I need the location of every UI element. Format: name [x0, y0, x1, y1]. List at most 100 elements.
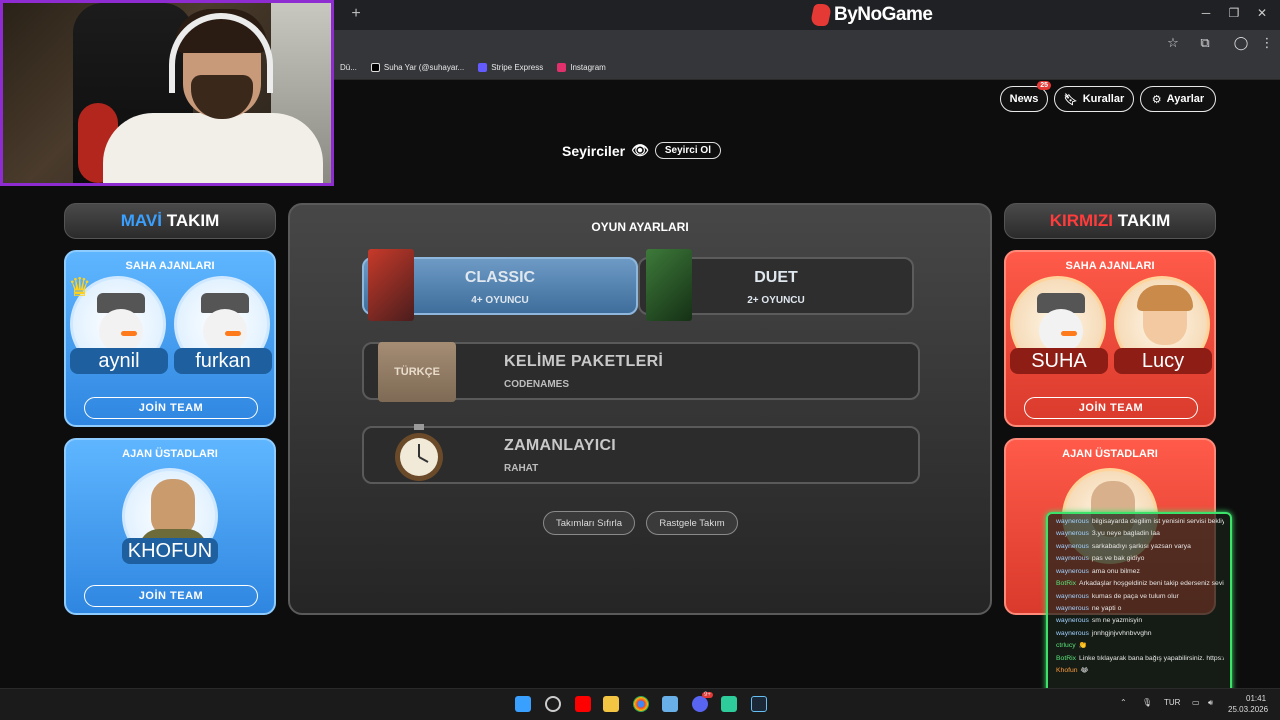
chat-text: 3.yu neye bagladin laa — [1091, 530, 1160, 538]
player-name-tag: KHOFUN — [122, 538, 218, 564]
chat-message: waynerous 3.yu neye bagladin laa — [1056, 530, 1224, 539]
word-packs-title: KELİME PAKETLERİ — [504, 353, 664, 370]
discord-icon[interactable] — [692, 696, 708, 712]
codenames-duet-box-icon — [646, 249, 692, 321]
chat-message: waynerous ama onu bilmez — [1056, 568, 1224, 577]
chat-text: ama onu bilmez — [1091, 567, 1140, 575]
spectators-bar: Seyirciler 👁︎ Seyirci Ol — [562, 142, 721, 159]
screen: + ByNoGame ─ ❐ ✕ ☆ ⧉ ◯ ⋮ Dü... Suha Yar … — [0, 0, 1280, 720]
file-explorer-icon[interactable] — [603, 696, 619, 712]
language-indicator[interactable]: TUR — [1164, 698, 1180, 707]
chat-username: Khofun — [1056, 667, 1078, 675]
new-tab-button[interactable]: + — [346, 4, 366, 24]
profile-icon[interactable]: ◯ — [1232, 34, 1250, 52]
player-name-tag: Lucy — [1114, 348, 1212, 374]
chrome-icon[interactable] — [633, 696, 649, 712]
chat-message: waynerous jnnhgjnjvvhnbvvghn — [1056, 630, 1224, 639]
crown-icon: ♛ — [68, 272, 92, 302]
bookmark-item[interactable]: Stripe Express — [478, 63, 543, 72]
spectators-label: Seyirciler — [562, 142, 626, 159]
tiktok-icon — [370, 63, 380, 72]
blue-spymasters-panel: AJAN ÜSTADLARI KHOFUN JOİN TEAM — [64, 438, 276, 615]
chat-text: sarkabadıyı şarkısı yazsan varya — [1091, 542, 1191, 550]
timer-row[interactable]: ZAMANLAYICI RAHAT — [362, 424, 920, 484]
discord-badge: 9+ — [702, 692, 713, 698]
join-team-button[interactable]: JOİN TEAM — [1024, 397, 1198, 419]
chat-username: waynerous — [1056, 567, 1089, 575]
join-team-button[interactable]: JOİN TEAM — [84, 585, 258, 607]
site-brand-name: ByNoGame — [834, 4, 933, 25]
rules-button[interactable]: 🔖︎ Kurallar — [1054, 86, 1134, 112]
network-icon[interactable]: ▭ — [1192, 698, 1200, 707]
chat-message: waynerous pas ve bak gidiyo — [1056, 555, 1224, 564]
chat-username: waynerous — [1056, 592, 1089, 600]
clock-date[interactable]: 25.03.2026 — [1228, 705, 1268, 714]
word-packs-value: CODENAMES — [504, 379, 570, 390]
steam-icon[interactable] — [751, 696, 767, 712]
chat-username: waynerous — [1056, 617, 1089, 625]
chat-message: Khofun 😂 — [1056, 667, 1224, 676]
blue-team-header: MAVİ TAKIM — [64, 203, 276, 239]
chat-username: BotRix — [1056, 654, 1077, 662]
search-icon[interactable] — [545, 696, 561, 712]
instagram-icon — [557, 63, 567, 72]
chat-message: BotRix Linke tıklayarak bana bağış yapabi… — [1056, 655, 1224, 664]
panel-title: AJAN ÜSTADLARI — [1062, 448, 1158, 460]
reset-teams-button[interactable]: Takımları Sıfırla — [543, 511, 635, 535]
app-icon[interactable] — [721, 696, 737, 712]
red-team-header: KIRMIZI TAKIM — [1004, 203, 1216, 239]
chat-username: BotRix — [1056, 580, 1077, 588]
chat-message: BotRix Arkadaşlar hoşgeldiniz beni takip … — [1056, 580, 1224, 589]
chat-text: pas ve bak gidiyo — [1091, 555, 1145, 563]
become-spectator-button[interactable]: Seyirci Ol — [654, 142, 721, 159]
youtube-icon[interactable] — [575, 696, 591, 712]
chat-message: waynerous sarkabadıyı şarkısı yazsan vary… — [1056, 543, 1224, 552]
turkce-box-icon: TÜRKÇE — [378, 342, 456, 402]
settings-button[interactable]: ⚙ Ayarlar — [1140, 86, 1216, 112]
chat-message: ctrlucy 👏 — [1056, 642, 1224, 651]
bookmark-item[interactable]: Dü... — [340, 63, 357, 72]
eye-icon: 👁︎ — [631, 142, 649, 158]
extensions-icon[interactable]: ⧉ — [1196, 34, 1214, 52]
chat-text: 👏 — [1078, 642, 1088, 650]
bookmark-item[interactable]: Suha Yar (@suhayar... — [370, 63, 464, 72]
menu-icon[interactable]: ⋮ — [1258, 34, 1276, 52]
site-logo[interactable]: ByNoGame — [809, 2, 933, 28]
player-name-tag: furkan — [174, 348, 272, 374]
chat-username: waynerous — [1056, 555, 1089, 563]
chat-message: waynerous ne yapti o — [1056, 605, 1224, 614]
random-team-button[interactable]: Rastgele Takım — [646, 511, 738, 535]
news-count-badge: 25 — [1037, 81, 1051, 90]
windows-start-icon[interactable] — [515, 696, 531, 712]
bookmark-item[interactable]: Instagram — [557, 63, 606, 72]
clock-time[interactable]: 01:41 — [1246, 694, 1266, 703]
join-team-button[interactable]: JOİN TEAM — [84, 397, 258, 419]
chat-text: 😂 — [1080, 667, 1089, 675]
stream-chat-overlay: waynerous bilgisayarda degilim ist yenisi… — [1046, 512, 1232, 696]
player-name-tag: aynil — [70, 348, 168, 374]
panel-title: SAHA AJANLARI — [1065, 260, 1155, 272]
word-packs-row[interactable]: TÜRKÇE KELİME PAKETLERİ CODENAMES — [362, 342, 920, 402]
gear-icon: ⚙ — [1151, 93, 1162, 106]
chat-text: kumas de paça ve tulum olur — [1091, 592, 1179, 600]
close-icon[interactable]: ✕ — [1252, 6, 1272, 20]
chat-message: waynerous sm ne yazmisyin — [1056, 617, 1224, 626]
microphone-icon[interactable]: 🎙︎ — [1142, 698, 1152, 707]
chat-text: Arkadaşlar hoşgeldiniz beni takip ederse… — [1079, 580, 1224, 588]
app-icon[interactable] — [662, 696, 678, 712]
volume-icon[interactable]: 🔊︎ — [1208, 698, 1213, 708]
chat-username: ctrlucy — [1056, 642, 1076, 650]
timer-title: ZAMANLAYICI — [504, 437, 617, 454]
chat-text: Linke tıklayarak bana bağış yapabilirsin… — [1079, 654, 1224, 662]
chat-username: waynerous — [1056, 542, 1089, 550]
bookmark-star-icon[interactable]: ☆ — [1164, 34, 1182, 52]
panel-title: SAHA AJANLARI — [125, 260, 215, 272]
news-button[interactable]: News 25 — [1000, 81, 1051, 112]
blue-field-agents-panel: SAHA AJANLARI ♛ aynil furkan JOİN TEAM — [64, 250, 276, 427]
chat-text: jnnhgjnjvvhnbvvghn — [1091, 629, 1152, 637]
tray-arrow-icon[interactable]: ⌃ — [1120, 698, 1127, 707]
bynogame-logo-icon — [809, 4, 833, 26]
maximize-icon[interactable]: ❐ — [1224, 6, 1244, 20]
minimize-icon[interactable]: ─ — [1196, 6, 1216, 20]
chat-username: waynerous — [1056, 518, 1089, 525]
